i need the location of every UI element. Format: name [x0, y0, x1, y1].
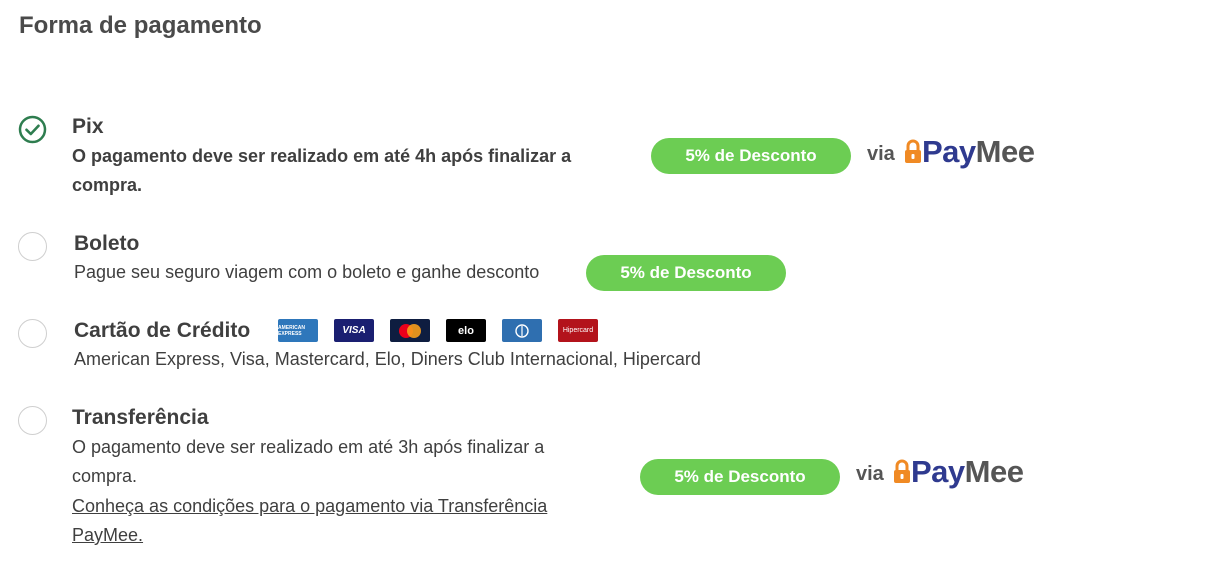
- paymee-pay-text: Pay: [911, 454, 965, 489]
- pix-radio[interactable]: [18, 115, 47, 144]
- paymee-logo: Pay Mee: [904, 134, 1035, 170]
- cartao-radio[interactable]: [18, 319, 47, 348]
- check-circle-icon: [18, 115, 47, 144]
- boleto-radio[interactable]: [18, 232, 47, 261]
- visa-icon: VISA: [334, 319, 374, 342]
- amex-icon: AMERICAN EXPRESS: [278, 319, 318, 342]
- pix-via-label: via: [867, 143, 895, 165]
- transferencia-discount-badge: 5% de Desconto: [640, 459, 840, 495]
- cartao-description: American Express, Visa, Mastercard, Elo,…: [74, 349, 701, 369]
- pix-title: Pix: [72, 115, 104, 138]
- pix-description: O pagamento deve ser realizado em até 4h…: [72, 146, 572, 195]
- card-brands: AMERICAN EXPRESS VISA elo Hipercard: [278, 319, 598, 342]
- transferencia-radio[interactable]: [18, 406, 47, 435]
- paymee-logo: Pay Mee: [893, 454, 1024, 490]
- elo-icon: elo: [446, 319, 486, 342]
- transferencia-description: O pagamento deve ser realizado em até 3h…: [72, 437, 545, 486]
- diners-icon: [502, 319, 542, 342]
- transferencia-conditions-link[interactable]: Conheça as condições para o pagamento vi…: [72, 492, 612, 550]
- paymee-pay-text: Pay: [922, 134, 976, 169]
- hipercard-icon: Hipercard: [558, 319, 598, 342]
- page-title: Forma de pagamento: [19, 12, 262, 39]
- boleto-description: Pague seu seguro viagem com o boleto e g…: [74, 262, 540, 282]
- transferencia-title: Transferência: [72, 406, 209, 429]
- boleto-title: Boleto: [74, 232, 140, 255]
- boleto-discount-badge: 5% de Desconto: [586, 255, 786, 291]
- padlock-icon: [894, 459, 910, 483]
- mastercard-icon: [390, 319, 430, 342]
- transferencia-via-label: via: [856, 463, 884, 485]
- paymee-mee-text: Mee: [975, 134, 1035, 169]
- cartao-title: Cartão de Crédito: [74, 319, 251, 342]
- padlock-icon: [905, 139, 921, 163]
- paymee-mee-text: Mee: [964, 454, 1024, 489]
- pix-discount-badge: 5% de Desconto: [651, 138, 851, 174]
